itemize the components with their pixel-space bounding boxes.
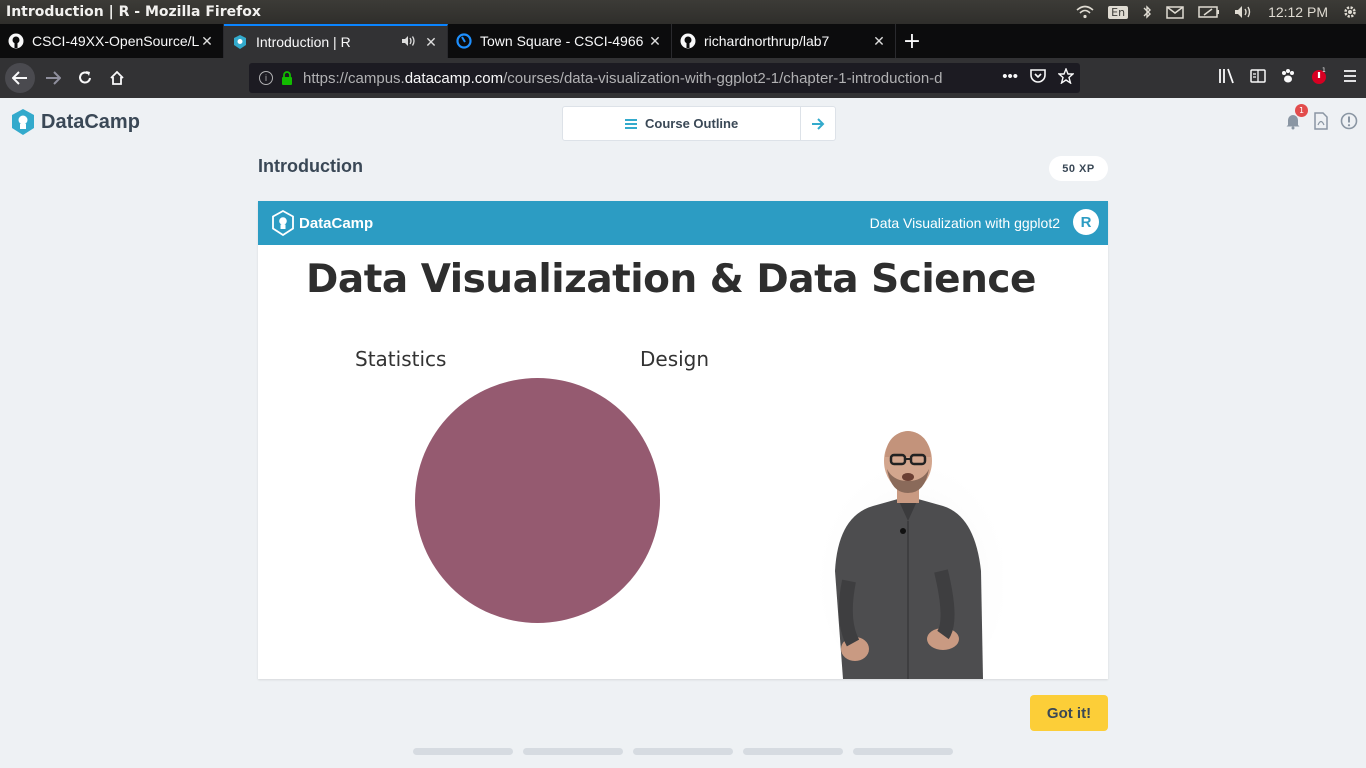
reload-button[interactable] [69, 62, 101, 94]
extension-paw-icon[interactable] [1280, 68, 1296, 88]
tab-label: CSCI-49XX-OpenSource/L [32, 33, 199, 49]
progress-segment [633, 748, 733, 755]
url-text[interactable]: https://campus.datacamp.com/courses/data… [303, 70, 971, 87]
back-button[interactable] [5, 63, 35, 93]
tab-label: Introduction | R [256, 34, 351, 50]
page-toolbar: 1 [1284, 104, 1358, 130]
video-datacamp-logo: DataCamp [271, 210, 373, 236]
tab-label: Town Square - CSCI-4966 [480, 33, 644, 49]
course-outline-bar: Course Outline [562, 106, 836, 141]
hamburger-menu-icon[interactable] [1342, 69, 1358, 87]
report-issue-icon[interactable] [1340, 112, 1358, 130]
close-tab-icon[interactable]: ✕ [871, 33, 887, 50]
venn-circle-statistics [415, 378, 660, 623]
tab-audio-playing-icon[interactable] [401, 35, 417, 50]
xp-badge: 50 XP [1049, 156, 1108, 181]
svg-text:1: 1 [1322, 67, 1326, 74]
progress-segment [523, 748, 623, 755]
window-title: Introduction | R - Mozilla Firefox [6, 4, 261, 20]
video-slide-header: DataCamp Data Visualization with ggplot2… [258, 201, 1108, 245]
arrow-right-icon [812, 117, 825, 130]
notifications-bell-icon[interactable]: 1 [1284, 104, 1308, 130]
presenter-video-image [818, 431, 1003, 679]
keyboard-language-indicator[interactable]: En [1108, 5, 1129, 19]
page-content: DataCamp Course Outline 1 Introduction 5… [0, 98, 1366, 768]
notification-count-badge: 1 [1295, 104, 1308, 117]
new-tab-button[interactable]: + [896, 24, 928, 58]
page-actions-menu-icon[interactable]: ••• [1002, 68, 1018, 88]
slide-heading: Data Visualization & Data Science [306, 257, 1036, 302]
venn-label-statistics: Statistics [355, 347, 447, 371]
github-icon [8, 33, 24, 49]
os-top-bar: Introduction | R - Mozilla Firefox En 12… [0, 0, 1366, 24]
video-player[interactable]: DataCamp Data Visualization with ggplot2… [258, 201, 1108, 679]
close-tab-icon[interactable]: ✕ [647, 33, 663, 50]
secure-lock-icon[interactable] [281, 71, 293, 85]
got-it-button[interactable]: Got it! [1030, 695, 1108, 731]
progress-segment [743, 748, 843, 755]
list-icon [625, 118, 638, 129]
url-prefix: https://campus. [303, 69, 405, 87]
next-exercise-button[interactable] [801, 107, 835, 140]
url-host: datacamp.com [404, 69, 504, 87]
tab-strip: CSCI-49XX-OpenSource/L ✕ Introduction | … [0, 24, 1366, 58]
datacamp-icon [234, 35, 246, 49]
extension-ublock-icon[interactable]: 1 [1310, 67, 1328, 89]
tab-label: richardnorthrup/lab7 [704, 33, 830, 49]
library-icon[interactable] [1218, 68, 1236, 88]
progress-segment [853, 748, 953, 755]
battery-icon[interactable] [1198, 6, 1220, 18]
url-bar[interactable]: i https://campus.datacamp.com/courses/da… [249, 63, 1080, 93]
forward-button[interactable] [37, 62, 69, 94]
navigation-bar: i https://campus.datacamp.com/courses/da… [0, 58, 1366, 98]
pocket-icon[interactable] [1030, 68, 1046, 88]
venn-label-design: Design [640, 347, 710, 371]
github-icon [680, 33, 696, 49]
close-tab-icon[interactable]: ✕ [423, 34, 439, 51]
mail-icon[interactable] [1166, 5, 1184, 19]
tab-richardnorthrup-lab7[interactable]: richardnorthrup/lab7 ✕ [672, 24, 896, 58]
reader-view-icon[interactable] [1250, 69, 1266, 87]
system-tray: En 12:12 PM [1076, 0, 1366, 24]
wifi-icon[interactable] [1076, 5, 1094, 19]
url-path: /courses/data-visualization-with-ggplot2… [503, 69, 943, 87]
bluetooth-icon[interactable] [1142, 5, 1152, 19]
clock[interactable]: 12:12 PM [1268, 4, 1328, 20]
video-course-name: Data Visualization with ggplot2 [869, 215, 1060, 231]
datacamp-logo-icon [12, 109, 34, 135]
bookmark-star-icon[interactable] [1057, 67, 1075, 88]
mattermost-icon [456, 33, 472, 49]
datacamp-logo[interactable]: DataCamp [10, 108, 140, 136]
tab-csci-opensource[interactable]: CSCI-49XX-OpenSource/L ✕ [0, 24, 224, 58]
progress-indicator [413, 748, 953, 755]
home-button[interactable] [101, 62, 133, 94]
r-logo-icon: R [1073, 209, 1099, 235]
video-logo-text: DataCamp [299, 214, 374, 232]
tab-town-square[interactable]: Town Square - CSCI-4966 ✕ [448, 24, 672, 58]
site-info-icon[interactable]: i [259, 71, 273, 85]
course-outline-button[interactable]: Course Outline [563, 107, 802, 140]
datacamp-logo-text: DataCamp [41, 110, 140, 133]
progress-segment [413, 748, 513, 755]
pdf-slides-icon[interactable] [1312, 112, 1330, 130]
exercise-title: Introduction [258, 156, 363, 176]
tab-introduction-r[interactable]: Introduction | R ✕ [224, 24, 448, 58]
settings-gear-icon[interactable] [1342, 4, 1358, 20]
course-outline-label: Course Outline [645, 116, 739, 131]
close-tab-icon[interactable]: ✕ [199, 33, 215, 50]
volume-icon[interactable] [1234, 5, 1254, 19]
datacamp-logo-icon [272, 210, 294, 236]
